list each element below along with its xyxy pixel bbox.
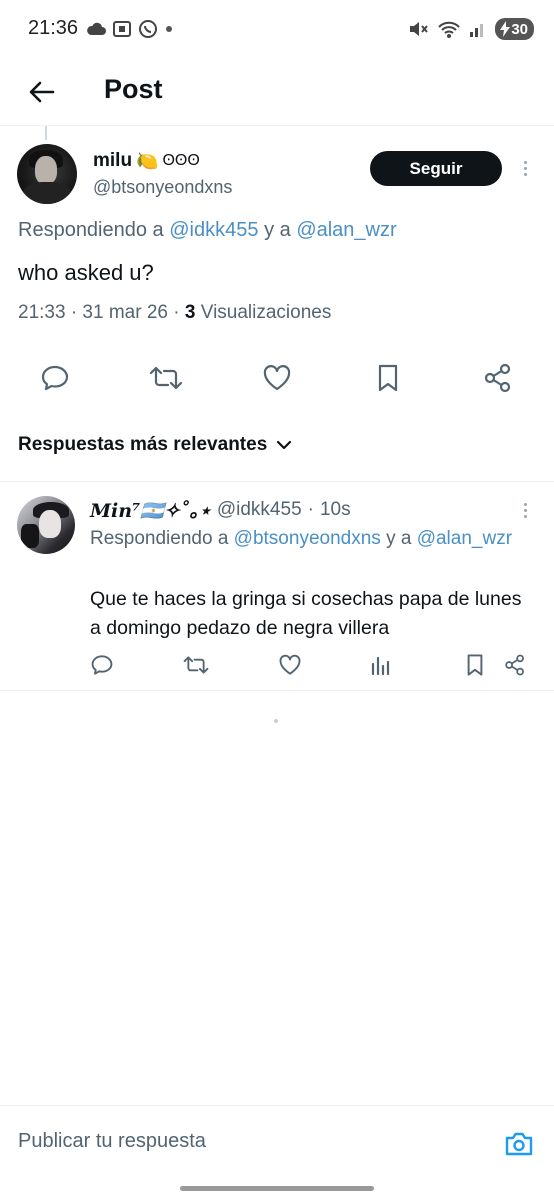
- camera-icon[interactable]: [503, 1128, 535, 1160]
- reply-handle[interactable]: @idkk455: [217, 499, 302, 521]
- author-name-text: milu: [93, 150, 133, 171]
- home-indicator[interactable]: [180, 1186, 374, 1191]
- screenshot-icon: [113, 21, 131, 37]
- reply-share-icon[interactable]: [501, 650, 529, 680]
- mute-icon: [410, 22, 429, 36]
- author-emoji: 🍋: [136, 150, 159, 171]
- reply-bookmark-icon[interactable]: [461, 650, 489, 680]
- wifi-icon: [438, 21, 461, 38]
- reply-author-name[interactable]: 𝑴in⁷🇦🇷✧˚｡⋆: [90, 496, 211, 523]
- signal-icon: [470, 24, 484, 37]
- reply-analytics-icon[interactable]: [366, 650, 394, 680]
- reply-like-icon[interactable]: [276, 650, 304, 680]
- reply-replying-to: Respondiendo a @btsonyeondxns y a @alan_…: [90, 524, 530, 553]
- reply-replying-link-1[interactable]: @btsonyeondxns: [234, 528, 381, 549]
- repost-icon[interactable]: [148, 360, 184, 396]
- reply-replying-link-2[interactable]: @alan_wzr: [417, 528, 512, 549]
- replying-link-2[interactable]: @alan_wzr: [296, 219, 396, 241]
- whatsapp-icon: [139, 20, 157, 38]
- status-right-icons: 30: [407, 18, 534, 40]
- divider: [0, 690, 554, 691]
- post-meta: 21:33 · 31 mar 26 · 3 Visualizaciones: [18, 302, 331, 324]
- reply-more-options-icon[interactable]: [515, 496, 535, 524]
- reply-icon[interactable]: [37, 360, 73, 396]
- like-icon[interactable]: [259, 360, 295, 396]
- status-left-icons: [86, 19, 174, 39]
- reply-time: 10s: [319, 498, 351, 520]
- reply-text: Que te haces la gringa si cosechas papa …: [90, 588, 522, 639]
- post-actions: [0, 360, 554, 396]
- chevron-down-icon: [277, 440, 292, 450]
- cloud-icon: [87, 22, 106, 35]
- header: Post: [0, 62, 554, 126]
- reply-input[interactable]: [18, 1130, 458, 1153]
- sort-label: Respuestas más relevantes: [18, 434, 268, 455]
- reply-repost-icon[interactable]: [182, 650, 210, 680]
- author-symbols: ʘʘʘ: [162, 152, 200, 169]
- author-handle[interactable]: @btsonyeondxns: [93, 177, 232, 198]
- battery-icon: 30: [495, 18, 534, 40]
- reply-replying-prefix: Respondiendo a: [90, 528, 229, 549]
- reply-reply-icon[interactable]: [88, 650, 116, 680]
- loading-indicator: [274, 719, 278, 723]
- battery-level: 30: [511, 20, 528, 38]
- views-label: Visualizaciones: [200, 302, 332, 323]
- back-button[interactable]: [22, 72, 62, 112]
- reply-replying-joiner: y a: [386, 528, 412, 549]
- status-bar: 21:36 30: [0, 0, 554, 60]
- replying-link-1[interactable]: @idkk455: [169, 219, 258, 241]
- author-avatar[interactable]: [17, 144, 77, 204]
- reply-avatar[interactable]: [17, 496, 75, 554]
- page-title: Post: [104, 74, 163, 104]
- reply-actions: [0, 650, 554, 680]
- replying-prefix: Respondiendo a: [18, 219, 164, 241]
- replying-joiner: y a: [264, 219, 291, 241]
- reply-separator: ·: [307, 498, 314, 520]
- author-name[interactable]: milu 🍋 ʘʘʘ: [93, 150, 200, 172]
- divider: [0, 481, 554, 482]
- share-icon[interactable]: [480, 360, 516, 396]
- follow-button[interactable]: Seguir: [370, 151, 502, 186]
- arrow-left-icon: [29, 81, 55, 103]
- sort-replies-dropdown[interactable]: Respuestas más relevantes: [18, 434, 293, 456]
- dot-icon: [166, 26, 172, 32]
- thread-line: [45, 126, 47, 140]
- post-text: who asked u?: [18, 260, 154, 285]
- post-timestamp: 21:33 · 31 mar 26 ·: [18, 302, 180, 323]
- more-options-icon[interactable]: [515, 154, 535, 182]
- views-count: 3: [184, 302, 196, 323]
- replying-to: Respondiendo a @idkk455 y a @alan_wzr: [18, 219, 397, 242]
- reply-header: 𝑴in⁷🇦🇷✧˚｡⋆ @idkk455 · 10s: [90, 496, 351, 523]
- status-time: 21:36: [28, 17, 79, 39]
- bookmark-icon[interactable]: [370, 360, 406, 396]
